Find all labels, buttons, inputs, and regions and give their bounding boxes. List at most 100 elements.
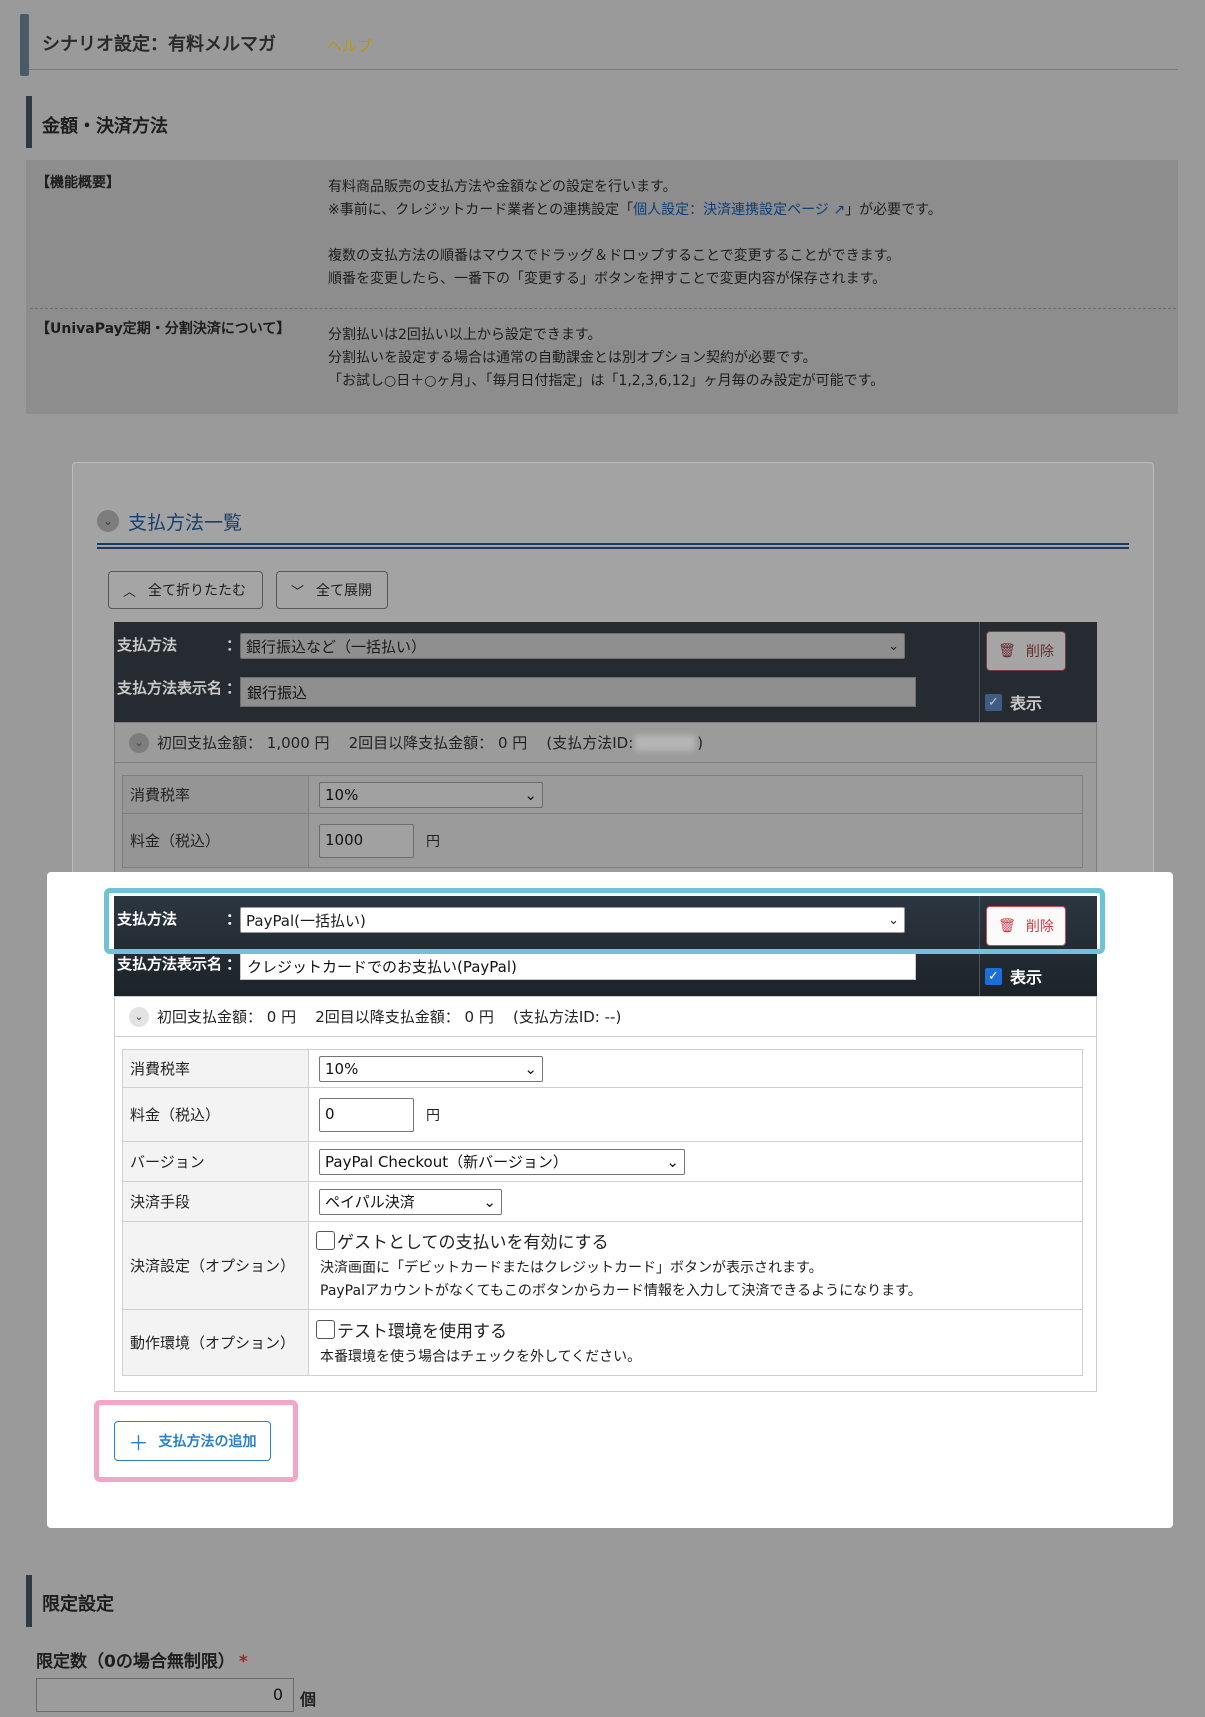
highlight-method-select bbox=[104, 888, 1105, 954]
method-id-label-1: (支払方法ID: bbox=[546, 734, 634, 752]
method-id-redacted bbox=[635, 734, 696, 751]
show-label-2: 表示 bbox=[1010, 968, 1043, 987]
limit-count-label-text: 限定数（0の場合無制限） bbox=[36, 1652, 235, 1672]
env-option-cell: テスト環境を使用する 本番環境を使う場合はチェックを外してください。 bbox=[308, 1309, 1083, 1376]
guest-note-1: 決済画面に「デビットカードまたはクレジットカード」ボタンが表示されます。 bbox=[320, 1260, 823, 1276]
tax-rate-value-2: 10% bbox=[325, 1059, 359, 1078]
method-select-1[interactable]: 銀行振込など（一括払い） ⌄ bbox=[240, 633, 905, 659]
first-amount-value-2: 0 bbox=[266, 1007, 277, 1026]
univa-line-2: 分割払いを設定する場合は通常の自動課金とは別オプション契約が必要です。 bbox=[328, 350, 817, 366]
collapse-all-label: 全て折りたたむ bbox=[148, 583, 247, 599]
price-label-1: 料金（税込） bbox=[122, 813, 309, 868]
settings-page-link[interactable]: 個人設定：決済連携設定ページ bbox=[633, 202, 829, 218]
method-summary-1[interactable]: ⌄ 初回支払金額： 1,000 円 2回目以降支払金額： 0 円 (支払方法ID… bbox=[115, 723, 1096, 763]
first-amount-label-2: 初回支払金額： bbox=[157, 1008, 263, 1026]
plus-icon: ＋ bbox=[128, 1430, 149, 1455]
display-name-label-2: 支払方法表示名 bbox=[117, 955, 223, 973]
page-title: シナリオ設定：有料メルマガ bbox=[42, 34, 276, 55]
first-amount-value-1: 1,000 bbox=[266, 733, 310, 752]
univa-line-1: 分割払いは2回払い以上から設定できます。 bbox=[328, 327, 602, 343]
delete-label-1: 削除 bbox=[1025, 644, 1054, 660]
overview-line-3: 複数の支払方法の順番はマウスでドラッグ＆ドロップすることで変更することができます… bbox=[328, 248, 901, 264]
checkbox-checked-icon: ✓ bbox=[985, 967, 1002, 985]
univa-text: 分割払いは2回払い以上から設定できます。 分割払いを設定する場合は通常の自動課金… bbox=[328, 324, 884, 393]
overview-line-2-post: 」が必要です。 bbox=[845, 202, 942, 218]
later-amount-value-1: 0 bbox=[497, 733, 508, 752]
add-payment-method-label: 支払方法の追加 bbox=[158, 1434, 257, 1450]
help-link[interactable]: ヘルプ bbox=[327, 35, 372, 56]
method-id-close-1: ) bbox=[697, 733, 704, 752]
overview-text: 有料商品販売の支払方法や金額などの設定を行います。 ※事前に、クレジットカード業… bbox=[328, 176, 942, 291]
payment-means-select[interactable]: ペイパル決済 ⌄ bbox=[319, 1188, 502, 1215]
price-input-1[interactable]: 1000 bbox=[319, 823, 414, 858]
method-panel-2: ⌄ 初回支払金額： 0 円 2回目以降支払金額： 0 円 (支払方法ID: --… bbox=[114, 996, 1097, 1392]
show-toggle-2[interactable]: ✓ 表示 bbox=[985, 964, 1042, 988]
collapse-all-button[interactable]: ︿ 全て折りたたむ bbox=[108, 571, 263, 609]
header-separator bbox=[979, 622, 980, 722]
trash-icon: 🗑 bbox=[998, 643, 1016, 659]
method-summary-2[interactable]: ⌄ 初回支払金額： 0 円 2回目以降支払金額： 0 円 (支払方法ID: --… bbox=[115, 997, 1096, 1037]
version-cell: PayPal Checkout（新バージョン） ⌄ bbox=[308, 1141, 1083, 1182]
test-note: 本番環境を使う場合はチェックを外してください。 bbox=[320, 1348, 642, 1365]
header-accent-bar bbox=[20, 14, 29, 76]
show-toggle-1[interactable]: ✓ 表示 bbox=[985, 690, 1042, 714]
overview-line-2-pre: ※事前に、クレジットカード業者との連携設定「 bbox=[328, 202, 634, 218]
display-name-input-2[interactable]: クレジットカードでのお支払い(PayPal) bbox=[240, 952, 916, 980]
section-accent-bar bbox=[26, 1575, 32, 1627]
tax-rate-cell-1: 10% ⌄ bbox=[308, 775, 1083, 814]
method-id-close-2: ) bbox=[615, 1007, 622, 1026]
price-cell-2: 0 円 bbox=[308, 1087, 1083, 1142]
chevron-up-icon: ︿ bbox=[123, 584, 137, 600]
expand-all-button[interactable]: ﹀ 全て展開 bbox=[276, 571, 388, 609]
page-header: シナリオ設定：有料メルマガ ヘルプ bbox=[20, 10, 1178, 76]
add-payment-method-button[interactable]: ＋ 支払方法の追加 bbox=[114, 1421, 271, 1461]
price-unit-1: 円 bbox=[426, 833, 440, 850]
chevron-down-icon: ⌄ bbox=[129, 732, 149, 753]
section-title-limit: 限定設定 bbox=[42, 1594, 114, 1615]
limit-count-input[interactable]: 0 bbox=[36, 1678, 294, 1712]
univa-line-3: 「お試し○日＋○ヶ月」、「毎月日付指定」は「1,2,3,6,12」ヶ月毎のみ設定… bbox=[328, 373, 885, 389]
later-amount-value-2: 0 bbox=[464, 1007, 475, 1026]
price-cell-1: 1000 円 bbox=[308, 813, 1083, 868]
test-checkbox[interactable] bbox=[316, 1319, 335, 1339]
test-checkbox-row[interactable]: テスト環境を使用する bbox=[316, 1317, 1082, 1342]
payment-option-cell: ゲストとしての支払いを有効にする 決済画面に「デビットカードまたはクレジットカー… bbox=[308, 1221, 1083, 1310]
method-id-value-2: -- bbox=[604, 1007, 616, 1026]
display-name-input-1[interactable]: 銀行振込 bbox=[240, 677, 916, 707]
price-unit-2: 円 bbox=[426, 1107, 440, 1124]
version-select[interactable]: PayPal Checkout（新バージョン） ⌄ bbox=[319, 1148, 685, 1175]
later-amount-label-1: 2回目以降支払金額： bbox=[348, 734, 494, 752]
chevron-down-icon: ⌄ bbox=[129, 1006, 149, 1027]
external-link-icon: ↗ bbox=[828, 202, 846, 218]
display-name-colon-1: ： bbox=[226, 679, 242, 697]
guest-checkbox-label: ゲストとしての支払いを有効にする bbox=[337, 1233, 609, 1253]
info-box: 【機能概要】 有料商品販売の支払方法や金額などの設定を行います。 ※事前に、クレ… bbox=[26, 160, 1178, 414]
method-form-1: 消費税率 10% ⌄ 料金（税込） 1000 円 bbox=[122, 775, 1083, 868]
payment-means-value: ペイパル決済 bbox=[325, 1193, 415, 1211]
overview-line-2: ※事前に、クレジットカード業者との連携設定「個人設定：決済連携設定ページ ↗」が… bbox=[328, 199, 942, 222]
guest-checkbox-row[interactable]: ゲストとしての支払いを有効にする bbox=[316, 1228, 1082, 1253]
method-colon-1: ： bbox=[226, 636, 242, 654]
yen-4: 円 bbox=[478, 1008, 494, 1026]
delete-button-1[interactable]: 🗑 削除 bbox=[986, 631, 1066, 671]
collapse-section-icon[interactable]: ⌄ bbox=[97, 510, 119, 532]
yen-3: 円 bbox=[281, 1008, 297, 1026]
guest-checkbox[interactable] bbox=[316, 1231, 335, 1250]
tax-rate-label-1: 消費税率 bbox=[122, 775, 309, 814]
limit-count-label: 限定数（0の場合無制限） * bbox=[36, 1647, 248, 1672]
show-label-1: 表示 bbox=[1010, 694, 1043, 713]
select-caret-icon: ⌄ bbox=[888, 638, 899, 654]
payment-means-label: 決済手段 bbox=[122, 1181, 309, 1222]
tax-rate-select-2[interactable]: 10% ⌄ bbox=[319, 1055, 543, 1082]
expand-all-label: 全て展開 bbox=[316, 583, 373, 599]
select-caret-icon: ⌄ bbox=[483, 1192, 496, 1211]
version-value: PayPal Checkout（新バージョン） bbox=[325, 1153, 568, 1171]
payment-list-title: 支払方法一覧 bbox=[128, 512, 243, 534]
payment-option-label: 決済設定（オプション） bbox=[122, 1221, 309, 1310]
method-header-1[interactable]: 支払方法 ： 銀行振込など（一括払い） ⌄ 支払方法表示名 ： 銀行振込 🗑 削除 … bbox=[114, 622, 1097, 722]
price-input-2[interactable]: 0 bbox=[319, 1097, 414, 1132]
tax-rate-select-1[interactable]: 10% ⌄ bbox=[319, 781, 543, 808]
method-panel-1: ⌄ 初回支払金額： 1,000 円 2回目以降支払金額： 0 円 (支払方法ID… bbox=[114, 722, 1097, 882]
overview-line-4: 順番を変更したら、一番下の「変更する」ボタンを押すことで変更内容が保存されます。 bbox=[328, 271, 887, 287]
method-select-value-1: 銀行振込など（一括払い） bbox=[246, 637, 427, 656]
